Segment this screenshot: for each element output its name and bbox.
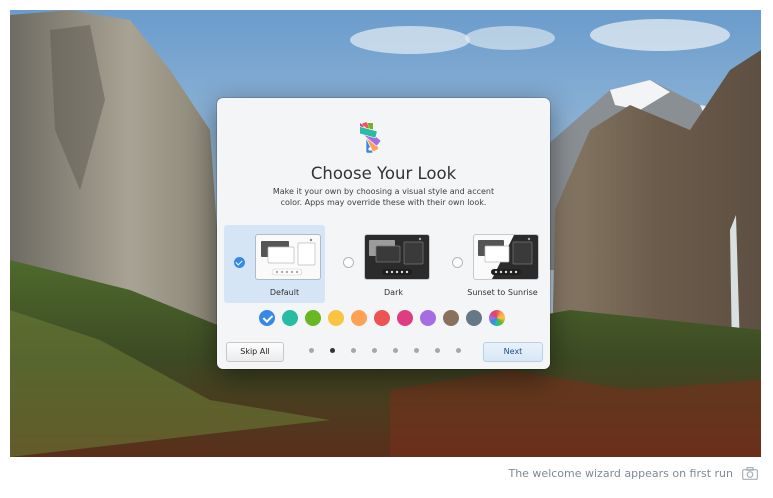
style-label-sunset-to-sunrise: Sunset to Sunrise: [467, 288, 538, 297]
color-palette-icon: [360, 121, 382, 154]
accent-banana[interactable]: [328, 310, 344, 326]
style-label-dark: Dark: [384, 288, 403, 297]
page-dot[interactable]: [456, 348, 461, 353]
style-option-sunset-to-sunrise[interactable]: Sunset to Sunrise: [442, 225, 543, 303]
accent-lime[interactable]: [305, 310, 321, 326]
page-dot[interactable]: [309, 348, 314, 353]
welcome-dialog: Choose Your Look Make it your own by cho…: [217, 98, 550, 369]
skip-all-button[interactable]: Skip All: [226, 342, 284, 362]
accent-grape[interactable]: [420, 310, 436, 326]
page-dot-active[interactable]: [330, 348, 335, 353]
accent-auto[interactable]: [489, 310, 505, 326]
page-indicator: [309, 348, 461, 354]
page-dot[interactable]: [435, 348, 440, 353]
default-style-preview: [256, 235, 320, 279]
style-option-dark[interactable]: Dark: [333, 225, 434, 303]
sunset-to-sunrise-style-preview: [474, 235, 538, 279]
visual-style-options: Default Dark Sunset to Sunrise: [217, 225, 550, 303]
next-button[interactable]: Next: [483, 342, 543, 362]
dialog-title: Choose Your Look: [310, 164, 457, 183]
accent-slate[interactable]: [466, 310, 482, 326]
page-dot[interactable]: [372, 348, 377, 353]
dark-style-preview: [365, 235, 429, 279]
page-dot[interactable]: [414, 348, 419, 353]
accent-mint[interactable]: [282, 310, 298, 326]
accent-blueberry[interactable]: [259, 310, 275, 326]
accent-color-picker: [259, 310, 509, 326]
accent-cocoa[interactable]: [443, 310, 459, 326]
style-label-default: Default: [269, 288, 300, 297]
accent-orange[interactable]: [351, 310, 367, 326]
dialog-description: Make it your own by choosing a visual st…: [272, 187, 495, 207]
radio-sunset-to-sunrise[interactable]: [452, 257, 463, 268]
image-caption: The welcome wizard appears on first run: [508, 467, 733, 480]
accent-bubblegum[interactable]: [397, 310, 413, 326]
accent-strawberry[interactable]: [374, 310, 390, 326]
style-option-default[interactable]: Default: [224, 225, 325, 303]
camera-icon: [742, 467, 758, 480]
page-dot[interactable]: [351, 348, 356, 353]
radio-dark[interactable]: [343, 257, 354, 268]
radio-default-checked[interactable]: [234, 257, 245, 268]
page-dot[interactable]: [393, 348, 398, 353]
